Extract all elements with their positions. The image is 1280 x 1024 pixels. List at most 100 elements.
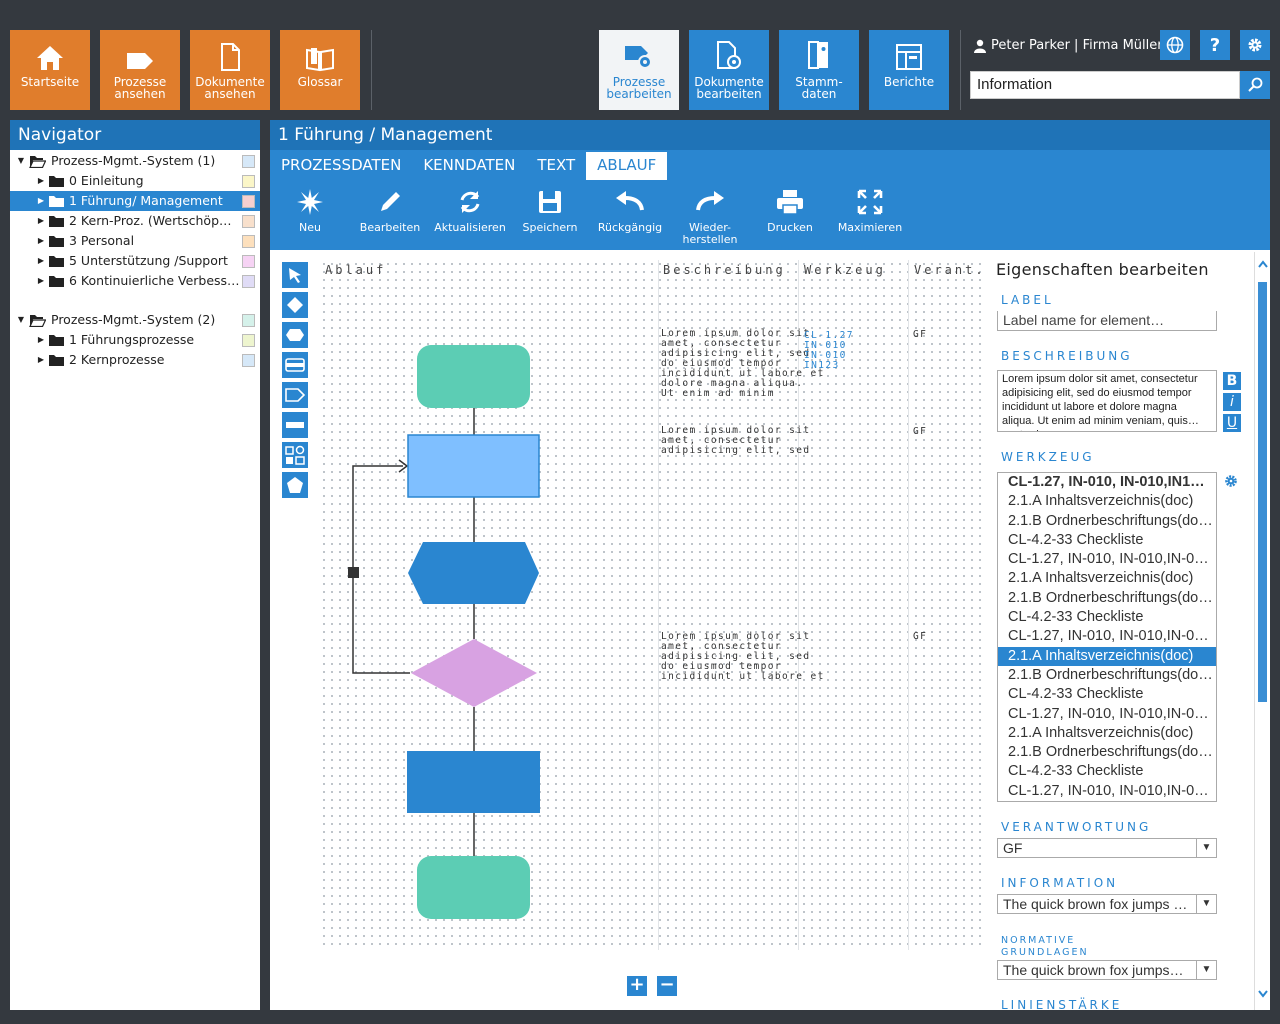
end-terminal-shape[interactable] — [417, 856, 530, 919]
row-responsible[interactable]: GF — [913, 330, 927, 340]
gear-icon[interactable] — [1224, 474, 1238, 488]
tile-dokumente-ansehen[interactable]: Dokumente ansehen — [190, 30, 270, 110]
properties-scrollbar[interactable] — [1254, 252, 1270, 1010]
tools-listbox[interactable]: CL-1.27, IN-010, IN-010,IN1… 2.1.A Inhal… — [997, 472, 1217, 802]
row-responsible[interactable]: GF — [913, 632, 927, 642]
expand-right-icon[interactable]: ▶ — [36, 211, 46, 231]
tab-prozessdaten[interactable]: PROZESSDATEN — [270, 150, 412, 180]
list-item-selected[interactable]: 2.1.A Inhaltsverzeichnis(doc) — [998, 646, 1216, 666]
edit-button[interactable]: Bearbeiten — [350, 186, 430, 234]
expand-down-icon[interactable]: ▼ — [16, 151, 26, 171]
norm-select[interactable]: The quick brown fox jumps… ▼ — [997, 960, 1217, 980]
list-item[interactable]: 2.1.B Ordnerbeschriftungs(do… — [998, 512, 1216, 531]
list-item[interactable]: 2.1.B Ordnerbeschriftungs(do… — [998, 589, 1216, 608]
tile-stammdaten[interactable]: Stamm- daten — [779, 30, 859, 110]
tag-shape-tool[interactable] — [282, 382, 308, 408]
expand-right-icon[interactable]: ▶ — [36, 171, 46, 191]
chevron-up-icon[interactable] — [1258, 260, 1268, 268]
tree-item[interactable]: ▶ 3 Personal — [10, 231, 260, 251]
list-item[interactable]: 2.1.A Inhaltsverzeichnis(doc) — [998, 724, 1216, 743]
decision-shape[interactable] — [411, 639, 537, 707]
expand-down-icon[interactable]: ▼ — [16, 310, 26, 330]
list-item[interactable]: CL-1.27, IN-010, IN-010,IN-010… — [998, 627, 1216, 646]
scrollbar-thumb[interactable] — [1258, 282, 1267, 702]
tile-berichte[interactable]: Berichte — [869, 30, 949, 110]
line-shape-tool[interactable] — [282, 412, 308, 438]
search-input[interactable]: Information — [970, 71, 1240, 99]
list-item[interactable]: CL-4.2-33 Checkliste — [998, 685, 1216, 704]
process-shape-selected[interactable] — [407, 434, 540, 498]
maximize-button[interactable]: Maximieren — [830, 186, 910, 234]
print-button[interactable]: Drucken — [750, 186, 830, 234]
expand-right-icon[interactable]: ▶ — [36, 330, 46, 350]
tree-item[interactable]: ▶ 0 Einleitung — [10, 171, 260, 191]
tree-item[interactable]: ▶ 1 Führungsprozesse — [10, 330, 260, 350]
description-textarea[interactable]: Lorem ipsum dolor sit amet, consectetur … — [997, 370, 1217, 432]
process-shape[interactable] — [407, 751, 540, 813]
row-description[interactable]: Lorem ipsum dolor sit amet, consectetur … — [661, 632, 825, 682]
user-info[interactable]: Peter Parker | Firma Müller — [974, 38, 1163, 53]
tile-glossar[interactable]: Glossar — [280, 30, 360, 110]
underline-button[interactable]: U — [1223, 414, 1241, 432]
list-item[interactable]: CL-4.2-33 Checkliste — [998, 531, 1216, 550]
loop-connector[interactable] — [352, 465, 410, 674]
tile-prozesse-ansehen[interactable]: Prozesse ansehen — [100, 30, 180, 110]
label-field[interactable]: Label name for element… — [997, 311, 1217, 331]
expand-right-icon[interactable]: ▶ — [36, 231, 46, 251]
tree-group[interactable]: ▼ Prozess-Mgmt.-System (2) — [10, 310, 260, 330]
tile-dokumente-bearbeiten[interactable]: Dokumente bearbeiten — [689, 30, 769, 110]
chevron-down-icon[interactable] — [1258, 990, 1268, 998]
list-item[interactable]: 2.1.B Ordnerbeschriftungs(do… — [998, 666, 1216, 685]
row-tools[interactable]: CL-1.27 IN-010 IN-010 IN123 — [804, 331, 854, 371]
group-shape-tool[interactable] — [282, 442, 308, 468]
tab-text[interactable]: TEXT — [526, 150, 586, 180]
tree-item[interactable]: ▶ 2 Kern-Proz. (Wertschöp… — [10, 211, 260, 231]
hexagon-shape[interactable] — [408, 542, 539, 604]
help-button[interactable]: ? — [1200, 30, 1230, 60]
language-button[interactable] — [1160, 30, 1190, 60]
tree-item[interactable]: ▶ 5 Unterstützung /Support — [10, 251, 260, 271]
new-button[interactable]: Neu — [270, 186, 350, 234]
expand-right-icon[interactable]: ▶ — [36, 350, 46, 370]
list-item[interactable]: CL-4.2-33 Checkliste — [998, 608, 1216, 627]
responsibility-select[interactable]: GF ▼ — [997, 838, 1217, 858]
list-item[interactable]: 2.1.B Ordnerbeschriftungs(do… — [998, 743, 1216, 762]
hexagon-shape-tool[interactable] — [282, 322, 308, 348]
list-item[interactable]: CL-1.27, IN-010, IN-010,IN1… — [998, 473, 1216, 492]
pentagon-shape-tool[interactable] — [282, 472, 308, 498]
row-description[interactable]: Lorem ipsum dolor sit amet, consectetur … — [661, 329, 825, 399]
information-select[interactable]: The quick brown fox jumps … ▼ — [997, 894, 1217, 914]
bold-button[interactable]: B — [1223, 372, 1241, 390]
zoom-out-button[interactable]: − — [657, 976, 677, 996]
tree-group[interactable]: ▼ Prozess-Mgmt.-System (1) — [10, 151, 260, 171]
list-item[interactable]: 2.1.A Inhaltsverzeichnis(doc) — [998, 492, 1216, 511]
italic-button[interactable]: i — [1223, 393, 1241, 411]
redo-button[interactable]: Wieder- herstellen — [670, 186, 750, 246]
row-responsible[interactable]: GF — [913, 427, 927, 437]
settings-button[interactable] — [1240, 30, 1270, 60]
list-item[interactable]: 2.1.A Inhaltsverzeichnis(doc) — [998, 569, 1216, 588]
tree-item[interactable]: ▶ 2 Kernprozesse — [10, 350, 260, 370]
row-description[interactable]: Lorem ipsum dolor sit amet, consectetur … — [661, 426, 811, 456]
undo-button[interactable]: Rückgängig — [590, 186, 670, 234]
tab-ablauf[interactable]: ABLAUF — [586, 152, 668, 180]
list-item[interactable]: CL-1.27, IN-010, IN-010,IN-010… — [998, 705, 1216, 724]
expand-right-icon[interactable]: ▶ — [36, 271, 46, 291]
list-item[interactable]: CL-1.27, IN-010, IN-010,IN-010… — [998, 550, 1216, 569]
refresh-button[interactable]: Aktualisieren — [430, 186, 510, 234]
list-item[interactable]: CL-1.27, IN-010, IN-010,IN-010… — [998, 782, 1216, 801]
zoom-in-button[interactable]: + — [627, 976, 647, 996]
save-button[interactable]: Speichern — [510, 186, 590, 234]
pointer-tool[interactable] — [282, 262, 308, 288]
expand-right-icon[interactable]: ▶ — [36, 191, 46, 211]
expand-right-icon[interactable]: ▶ — [36, 251, 46, 271]
search-button[interactable] — [1240, 71, 1270, 99]
start-terminal-shape[interactable] — [417, 345, 530, 408]
tile-startseite[interactable]: Startseite — [10, 30, 90, 110]
list-item[interactable]: CL-4.2-33 Checkliste — [998, 762, 1216, 781]
connector-handle[interactable] — [348, 567, 359, 578]
process-shape-tool[interactable] — [282, 352, 308, 378]
tile-prozesse-bearbeiten[interactable]: Prozesse bearbeiten — [599, 30, 679, 110]
decision-shape-tool[interactable] — [282, 292, 308, 318]
tree-item[interactable]: ▶ 6 Kontinuierliche Verbess… — [10, 271, 260, 291]
